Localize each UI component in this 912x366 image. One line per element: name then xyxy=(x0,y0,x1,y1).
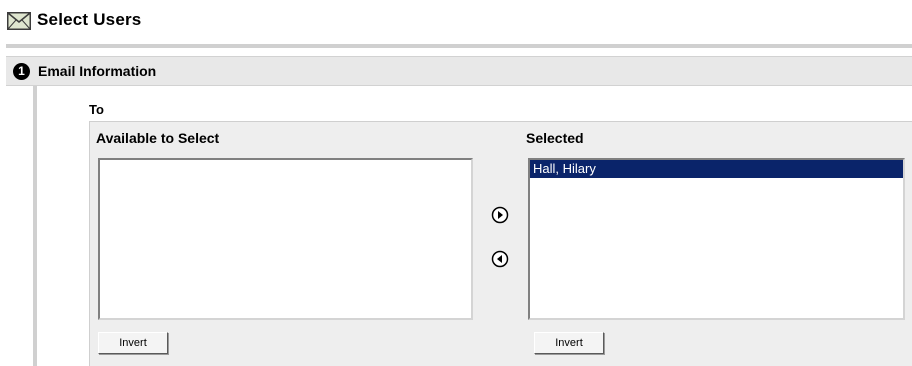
step-header: 1 Email Information xyxy=(6,56,912,86)
user-selector-panel: Available to Select Selected Hall, Hilar… xyxy=(89,121,912,366)
move-right-arrow-icon[interactable] xyxy=(491,206,509,224)
invert-available-button[interactable]: Invert xyxy=(98,332,168,354)
invert-selected-button[interactable]: Invert xyxy=(534,332,604,354)
move-left-arrow-icon[interactable] xyxy=(491,250,509,268)
page-header: Select Users xyxy=(0,0,912,44)
header-divider xyxy=(6,44,912,48)
step-indent-line xyxy=(33,86,37,366)
selected-heading: Selected xyxy=(526,130,584,146)
page-title: Select Users xyxy=(37,10,142,29)
list-item[interactable]: Hall, Hilary xyxy=(530,160,903,178)
available-heading: Available to Select xyxy=(96,130,220,146)
step-number-badge: 1 xyxy=(13,63,30,80)
step-title: Email Information xyxy=(38,63,157,79)
to-field-label: To xyxy=(89,102,104,117)
available-users-listbox[interactable] xyxy=(98,158,473,320)
selected-users-listbox[interactable]: Hall, Hilary xyxy=(528,158,905,320)
envelope-icon xyxy=(7,12,31,30)
